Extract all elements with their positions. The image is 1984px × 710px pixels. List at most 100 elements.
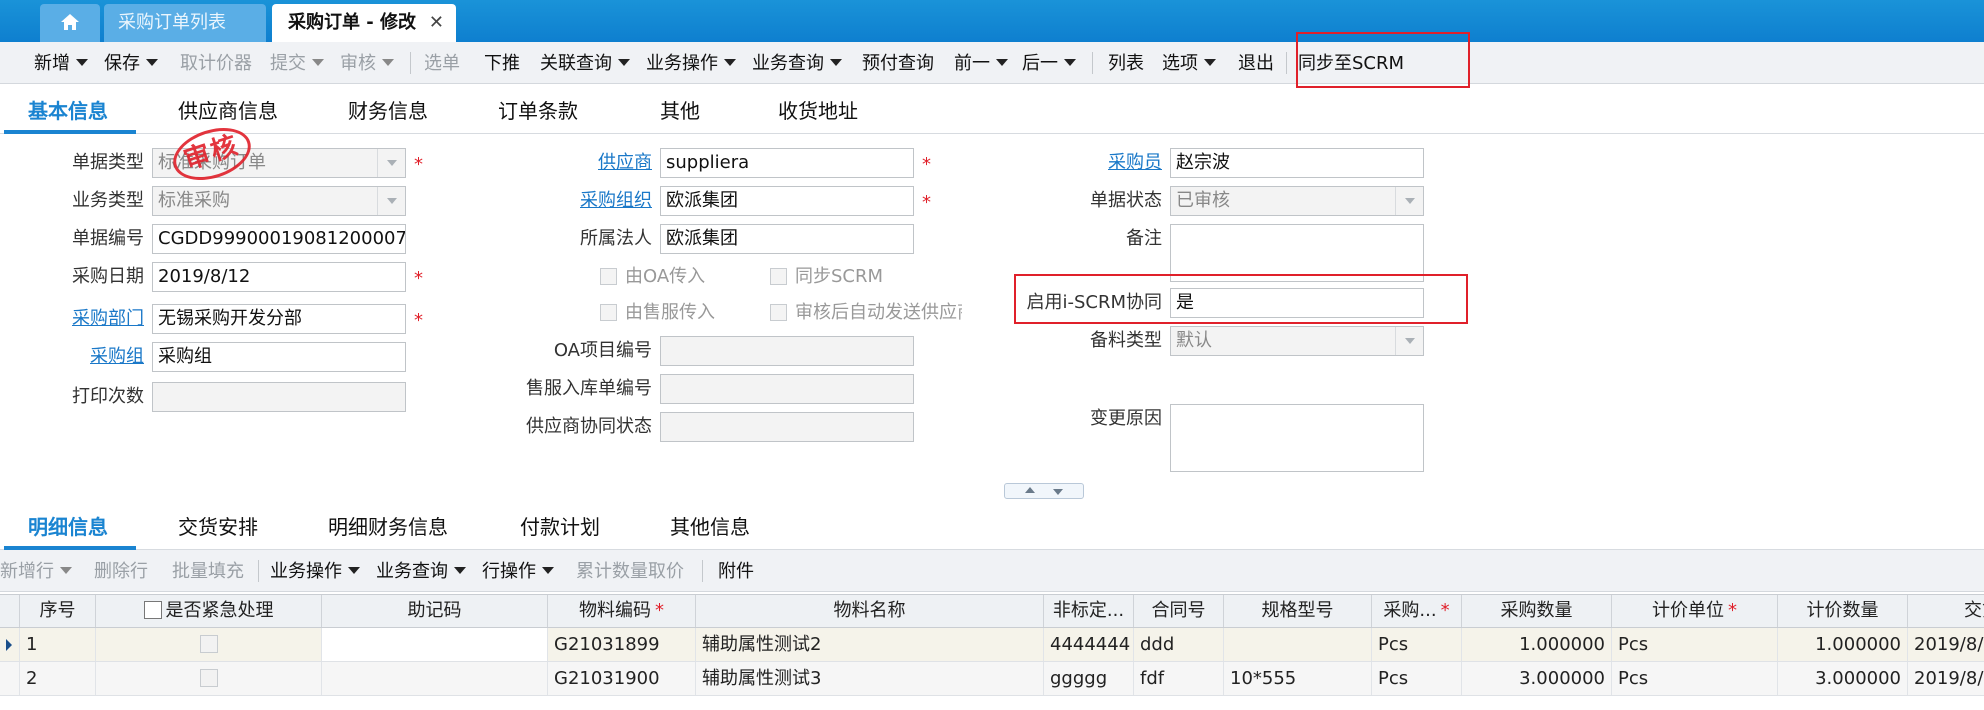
cell-contract[interactable]: ddd: [1134, 628, 1224, 661]
next-button[interactable]: 后一: [1022, 42, 1076, 84]
cell-contract[interactable]: fdf: [1134, 662, 1224, 695]
detail-business-query-button[interactable]: 业务查询: [376, 550, 466, 592]
business-ops-button[interactable]: 业务操作: [646, 42, 736, 84]
prepay-query-button[interactable]: 预付查询: [862, 42, 934, 84]
tab-delivery-schedule[interactable]: 交货安排: [178, 504, 258, 550]
tab-basic-info[interactable]: 基本信息: [28, 88, 108, 134]
cum-qty-price-button[interactable]: 累计数量取价: [576, 550, 684, 592]
urgent-checkbox[interactable]: [199, 669, 218, 687]
table-row[interactable]: 2 G21031900 辅助属性测试3 ggggg fdf 10*555 Pcs…: [0, 662, 1984, 696]
cell-nonstd[interactable]: 4444444: [1044, 628, 1134, 661]
cell-urgent[interactable]: [96, 662, 322, 695]
cell-price-qty[interactable]: 3.000000: [1778, 662, 1908, 695]
options-button[interactable]: 选项: [1162, 42, 1216, 84]
col-purchase-qty[interactable]: 采购数量: [1462, 595, 1612, 627]
purchase-group-field[interactable]: 采购组: [152, 342, 406, 372]
attachment-button[interactable]: 附件: [718, 550, 754, 592]
table-row[interactable]: 1 G21031899 辅助属性测试2 4444444 ddd Pcs 1.00…: [0, 628, 1984, 662]
tab-order-terms[interactable]: 订单条款: [498, 88, 578, 134]
delete-row-button[interactable]: 删除行: [94, 550, 148, 592]
audit-button[interactable]: 审核: [340, 42, 394, 84]
col-price-qty[interactable]: 计价数量: [1778, 595, 1908, 627]
purchase-group-link[interactable]: 采购组: [20, 342, 144, 372]
select-order-button[interactable]: 选单: [424, 42, 460, 84]
cell-delivery[interactable]: 2019/8/: [1908, 628, 1984, 661]
close-icon[interactable]: ✕: [429, 4, 444, 42]
select-all-checkbox[interactable]: [143, 601, 162, 619]
purchase-dept-field[interactable]: 无锡采购开发分部: [152, 304, 406, 334]
push-down-button[interactable]: 下推: [484, 42, 520, 84]
col-urgent[interactable]: 是否紧急处理: [96, 595, 322, 627]
tab-other[interactable]: 其他: [660, 88, 700, 134]
from-aftersale-checkbox[interactable]: 由售服传入: [600, 298, 715, 328]
sync-scrm-checkbox[interactable]: 同步SCRM: [770, 262, 883, 292]
col-material-name[interactable]: 物料名称: [696, 595, 1044, 627]
related-query-button[interactable]: 关联查询: [540, 42, 630, 84]
from-oa-checkbox[interactable]: 由OA传入: [600, 262, 705, 292]
prep-type-select[interactable]: 默认: [1170, 326, 1424, 356]
col-contract[interactable]: 合同号: [1134, 595, 1224, 627]
cell-price-qty[interactable]: 1.000000: [1778, 628, 1908, 661]
cell-price-unit[interactable]: Pcs: [1612, 628, 1778, 661]
auto-send-checkbox[interactable]: 审核后自动发送供应商: [770, 298, 962, 328]
cell-purchase-unit[interactable]: Pcs: [1372, 662, 1462, 695]
col-material-code[interactable]: 物料编码 *: [548, 595, 696, 627]
cell-mnemonic[interactable]: [322, 628, 548, 661]
col-nonstd[interactable]: 非标定...: [1044, 595, 1134, 627]
tab-finance-info[interactable]: 财务信息: [348, 88, 428, 134]
tab-purchase-order-edit[interactable]: 采购订单 - 修改 ✕: [272, 4, 456, 42]
doc-no-field[interactable]: CGDD99900019081200007: [152, 224, 406, 254]
purchase-org-field[interactable]: 欧派集团: [660, 186, 914, 216]
tab-purchase-order-list[interactable]: 采购订单列表: [104, 4, 266, 42]
col-price-unit[interactable]: 计价单位 *: [1612, 595, 1778, 627]
oa-project-field[interactable]: [660, 336, 914, 366]
exit-button[interactable]: 退出: [1238, 42, 1274, 84]
purchase-dept-link[interactable]: 采购部门: [20, 304, 144, 334]
new-button[interactable]: 新增: [34, 42, 88, 84]
supplier-link[interactable]: 供应商: [500, 148, 652, 178]
col-purchase-unit[interactable]: 采购... *: [1372, 595, 1462, 627]
row-ops-button[interactable]: 行操作: [482, 550, 554, 592]
biz-type-select[interactable]: 标准采购: [152, 186, 406, 216]
tab-detail-info[interactable]: 明细信息: [28, 504, 108, 550]
business-query-button[interactable]: 业务查询: [752, 42, 842, 84]
cell-purchase-qty[interactable]: 1.000000: [1462, 628, 1612, 661]
fetch-price-button[interactable]: 取计价器: [180, 42, 252, 84]
cell-nonstd[interactable]: ggggg: [1044, 662, 1134, 695]
tab-detail-finance[interactable]: 明细财务信息: [328, 504, 448, 550]
col-spec[interactable]: 规格型号: [1224, 595, 1372, 627]
tab-payment-plan[interactable]: 付款计划: [520, 504, 600, 550]
legal-entity-field[interactable]: 欧派集团: [660, 224, 914, 254]
collapse-toggle[interactable]: [1004, 483, 1084, 499]
supplier-field[interactable]: suppliera: [660, 148, 914, 178]
urgent-checkbox[interactable]: [199, 635, 218, 653]
cell-material-code[interactable]: G21031900: [548, 662, 696, 695]
col-seq[interactable]: 序号: [20, 595, 96, 627]
col-delivery[interactable]: 交货: [1908, 595, 1984, 627]
tab-home[interactable]: [40, 4, 100, 42]
tab-delivery-address[interactable]: 收货地址: [778, 88, 858, 134]
aftersale-no-field[interactable]: [660, 374, 914, 404]
cell-material-code[interactable]: G21031899: [548, 628, 696, 661]
save-button[interactable]: 保存: [104, 42, 158, 84]
buyer-field[interactable]: 赵宗波: [1170, 148, 1424, 178]
submit-button[interactable]: 提交: [270, 42, 324, 84]
cell-mnemonic[interactable]: [322, 662, 548, 695]
tab-other-info[interactable]: 其他信息: [670, 504, 750, 550]
detail-business-ops-button[interactable]: 业务操作: [270, 550, 360, 592]
change-reason-field[interactable]: [1170, 404, 1424, 472]
add-row-button[interactable]: 新增行: [0, 550, 72, 592]
prev-button[interactable]: 前一: [954, 42, 1008, 84]
cell-price-unit[interactable]: Pcs: [1612, 662, 1778, 695]
print-count-field[interactable]: [152, 382, 406, 412]
cell-purchase-qty[interactable]: 3.000000: [1462, 662, 1612, 695]
buyer-link[interactable]: 采购员: [1010, 148, 1162, 178]
col-mnemonic[interactable]: 助记码: [322, 595, 548, 627]
purchase-date-field[interactable]: 2019/8/12: [152, 262, 406, 292]
doc-status-select[interactable]: 已审核: [1170, 186, 1424, 216]
cell-delivery[interactable]: 2019/8/: [1908, 662, 1984, 695]
supplier-collab-field[interactable]: [660, 412, 914, 442]
list-button[interactable]: 列表: [1108, 42, 1144, 84]
purchase-org-link[interactable]: 采购组织: [500, 186, 652, 216]
cell-purchase-unit[interactable]: Pcs: [1372, 628, 1462, 661]
